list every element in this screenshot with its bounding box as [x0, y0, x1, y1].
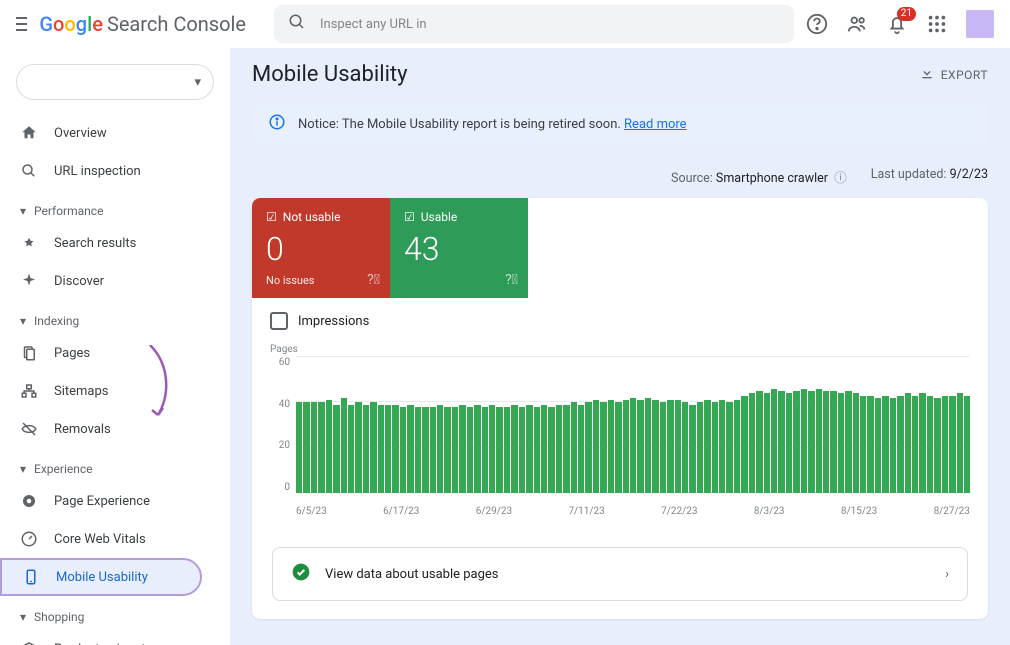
- sidebar-item-discover[interactable]: Discover: [0, 262, 218, 300]
- read-more-link[interactable]: Read more: [624, 117, 687, 132]
- page-experience-icon: [20, 492, 38, 510]
- help-icon[interactable]: ⓘ: [831, 171, 847, 186]
- mobile-icon: [22, 568, 40, 586]
- sidebar-item-sitemaps[interactable]: Sitemaps: [0, 372, 218, 410]
- sidebar-item-label: Core Web Vitals: [54, 532, 146, 547]
- sitemap-icon: [20, 382, 38, 400]
- help-icon[interactable]: ?⃝: [367, 272, 380, 288]
- chevron-down-icon: ▾: [20, 204, 26, 218]
- search-placeholder: Inspect any URL in: [320, 17, 427, 32]
- sidebar-section-performance[interactable]: ▾ Performance: [0, 190, 230, 224]
- apps-icon[interactable]: [926, 13, 948, 35]
- view-usable-pages[interactable]: View data about usable pages ›: [272, 547, 968, 601]
- sidebar-item-label: Discover: [54, 274, 104, 289]
- chevron-down-icon: ▾: [20, 314, 26, 328]
- pages-icon: [20, 344, 38, 362]
- help-icon[interactable]: ?⃝: [505, 272, 518, 288]
- check-icon: ☑: [266, 210, 277, 224]
- sidebar-item-label: Mobile Usability: [56, 570, 148, 585]
- removals-icon: [20, 420, 38, 438]
- notifications-icon[interactable]: 21: [886, 13, 908, 35]
- sidebar-item-core-web-vitals[interactable]: Core Web Vitals: [0, 520, 218, 558]
- export-button[interactable]: EXPORT: [919, 65, 988, 84]
- sidebar-item-label: Pages: [54, 346, 90, 361]
- chevron-down-icon: ▾: [20, 462, 26, 476]
- sidebar-item-url-inspection[interactable]: URL inspection: [0, 152, 218, 190]
- check-icon: ☑: [404, 210, 415, 224]
- sidebar-item-label: Page Experience: [54, 494, 150, 509]
- discover-icon: [20, 272, 38, 290]
- menu-icon[interactable]: [16, 17, 27, 31]
- search-icon: [20, 162, 38, 180]
- notifications-badge: 21: [897, 7, 916, 21]
- sidebar-item-label: Search results: [54, 236, 136, 251]
- sidebar-section-experience[interactable]: ▾ Experience: [0, 448, 230, 482]
- sidebar-item-label: Product snippets: [54, 642, 152, 645]
- sidebar-item-overview[interactable]: Overview: [0, 114, 218, 152]
- chevron-right-icon: ›: [945, 567, 949, 582]
- retirement-notice: Notice: The Mobile Usability report is b…: [252, 101, 988, 147]
- impressions-checkbox[interactable]: [270, 312, 288, 330]
- avatar[interactable]: [966, 10, 994, 38]
- users-icon[interactable]: [846, 13, 868, 35]
- sidebar-item-label: Overview: [54, 126, 107, 141]
- pages-chart: Pages 6040200 6/5/236/17/236/29/237/11/2…: [252, 344, 988, 535]
- search-results-icon: [20, 234, 38, 252]
- sidebar-item-pages[interactable]: Pages: [0, 334, 218, 372]
- product-logo: Google Search Console: [39, 12, 246, 36]
- sidebar-item-page-experience[interactable]: Page Experience: [0, 482, 218, 520]
- download-icon: [919, 65, 935, 84]
- sidebar-item-mobile-usability[interactable]: Mobile Usability: [0, 558, 202, 596]
- chevron-down-icon: ▾: [20, 610, 26, 624]
- property-selector[interactable]: ▾: [16, 64, 214, 100]
- page-title: Mobile Usability: [252, 62, 408, 87]
- sidebar-item-label: Removals: [54, 422, 111, 437]
- product-snippets-icon: [20, 640, 38, 645]
- sidebar-section-shopping[interactable]: ▾ Shopping: [0, 596, 230, 630]
- chevron-down-icon: ▾: [194, 75, 201, 90]
- sidebar-section-indexing[interactable]: ▾ Indexing: [0, 300, 230, 334]
- sidebar-item-search-results[interactable]: Search results: [0, 224, 218, 262]
- home-icon: [20, 124, 38, 142]
- help-icon[interactable]: [806, 13, 828, 35]
- tile-usable-value: 43: [404, 230, 514, 268]
- impressions-label: Impressions: [298, 314, 369, 329]
- sidebar-item-removals[interactable]: Removals: [0, 410, 218, 448]
- info-icon: [268, 113, 286, 135]
- main-card: ☑Not usable 0 No issues ?⃝ ☑Usable 43 ?⃝…: [252, 198, 988, 619]
- sidebar-item-label: URL inspection: [54, 164, 141, 179]
- url-inspect-search[interactable]: Inspect any URL in: [274, 5, 794, 43]
- vitals-icon: [20, 530, 38, 548]
- search-icon: [288, 13, 306, 35]
- sidebar-item-label: Sitemaps: [54, 384, 109, 399]
- success-icon: [291, 562, 311, 586]
- tile-not-usable[interactable]: ☑Not usable 0 No issues ?⃝: [252, 198, 390, 298]
- sidebar-item-product-snippets[interactable]: Product snippets: [0, 630, 218, 645]
- tile-not-usable-value: 0: [266, 230, 376, 268]
- tile-usable[interactable]: ☑Usable 43 ?⃝: [390, 198, 528, 298]
- meta-row: Source: Smartphone crawler ⓘ Last update…: [252, 167, 988, 186]
